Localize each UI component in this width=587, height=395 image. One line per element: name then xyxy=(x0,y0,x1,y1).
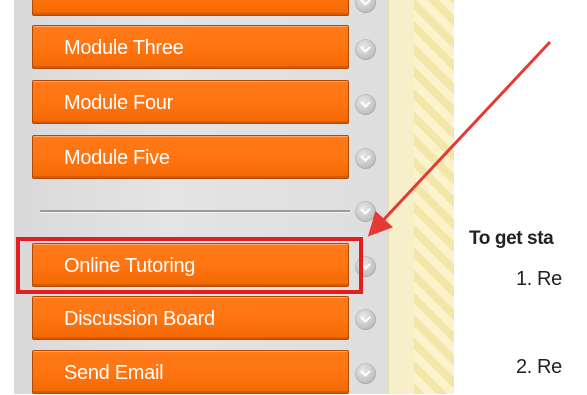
menu-item-module-five[interactable]: Module Five xyxy=(32,135,349,179)
chevron-down-icon[interactable] xyxy=(355,148,376,169)
menu-item-label: Discussion Board xyxy=(64,308,215,330)
course-menu-sidebar: Module Three Module Four Module Five Onl… xyxy=(0,0,388,394)
chevron-down-icon[interactable] xyxy=(355,201,376,222)
instruction-step: 1. Re xyxy=(516,268,562,290)
menu-item-module-four[interactable]: Module Four xyxy=(32,80,349,124)
menu-divider xyxy=(40,210,350,213)
chevron-down-icon[interactable] xyxy=(355,309,376,330)
menu-item-send-email[interactable]: Send Email xyxy=(32,350,349,394)
chevron-down-icon[interactable] xyxy=(355,39,376,60)
main-content xyxy=(454,0,587,394)
splitter-bar[interactable] xyxy=(388,0,415,394)
instructions-heading: To get sta xyxy=(469,228,554,249)
menu-item-partial[interactable] xyxy=(32,0,349,16)
menu-item-module-three[interactable]: Module Three xyxy=(32,25,349,69)
menu-item-label: Module Five xyxy=(64,147,170,169)
menu-item-discussion-board[interactable]: Discussion Board xyxy=(32,296,349,340)
chevron-down-icon[interactable] xyxy=(355,94,376,115)
instruction-step: 2. Re xyxy=(516,356,562,378)
menu-item-label: Send Email xyxy=(64,362,164,384)
hatched-divider xyxy=(414,0,454,394)
menu-item-label: Module Three xyxy=(64,37,184,59)
menu-item-label: Module Four xyxy=(64,92,173,114)
highlight-box xyxy=(16,237,363,294)
chevron-down-icon[interactable] xyxy=(355,363,376,384)
